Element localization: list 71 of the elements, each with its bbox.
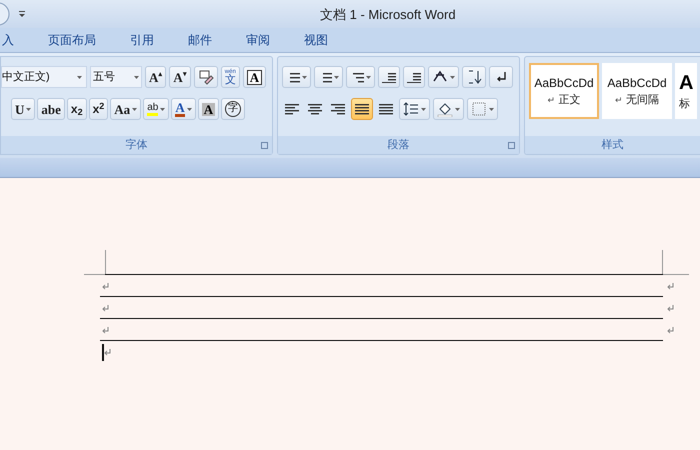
border-grid-icon [471, 101, 487, 117]
group-label: 样式 [602, 138, 624, 153]
strikethrough-button[interactable]: abe [37, 98, 65, 120]
caret-icon [334, 76, 339, 78]
character-border-button[interactable]: A [242, 66, 266, 88]
alignment-button[interactable] [351, 98, 373, 120]
decrease-indent-button[interactable] [378, 66, 400, 88]
paragraph-mark-icon [104, 348, 112, 356]
clear-format-button[interactable] [194, 66, 218, 88]
subscript-button[interactable]: x$_{2}$ [66, 98, 87, 120]
dialog-launcher-icon [261, 142, 268, 148]
dialog-launcher-icon [508, 142, 515, 148]
multilevel-list-icon [350, 71, 364, 83]
caret-icon [455, 108, 460, 110]
sort-button[interactable] [462, 66, 486, 88]
text-cursor [102, 344, 104, 360]
paragraph-mark-icon [667, 304, 675, 312]
caret-icon [302, 76, 307, 78]
paragraph-mark-icon [102, 282, 110, 290]
ribbon-tab[interactable]: 引用 [128, 31, 156, 49]
font-size-field[interactable]: 五号 [90, 66, 142, 88]
increase-indent-button[interactable] [403, 66, 425, 88]
ribbon-tab[interactable]: 入 [0, 31, 16, 49]
chinese-layout-button[interactable] [428, 66, 459, 88]
style-swatch[interactable]: AaBbCcDd ↵ 无间隔 [602, 63, 672, 119]
paragraph-mark-icon [102, 304, 110, 312]
caret-icon [489, 108, 494, 110]
caret-icon [450, 76, 455, 78]
window-title: 文档 1 - Microsoft Word [320, 6, 456, 24]
multilevel-list-button[interactable] [346, 66, 375, 88]
superscript-button[interactable]: x$^{2}$ [88, 98, 108, 120]
group-label: 字体 [126, 138, 148, 153]
align-lines-icon [379, 103, 393, 115]
change-case-button[interactable]: Aa [110, 98, 142, 120]
ribbon-tab[interactable]: 视图 [302, 31, 330, 49]
borders-button[interactable] [467, 98, 498, 120]
indent-icon [407, 71, 421, 83]
underline-button[interactable]: U [11, 98, 36, 120]
align-lines-icon [308, 103, 322, 115]
show-marks-button[interactable] [489, 66, 513, 88]
caret-icon [366, 76, 371, 78]
line-spacing-icon [403, 101, 419, 117]
ribbon-tab[interactable]: 审阅 [244, 31, 272, 49]
font-name-field[interactable]: 中文正文) [1, 66, 87, 88]
character-shading-button[interactable]: A [198, 98, 220, 120]
caret-icon [18, 10, 26, 18]
style-swatch[interactable]: AaBbCcDd ↵ 正文 [529, 63, 599, 119]
paragraph-mark-icon [667, 282, 675, 290]
caret-icon [134, 76, 139, 78]
caret-icon [77, 76, 82, 78]
align-lines-icon [355, 103, 369, 115]
enclose-characters-button[interactable]: 字 [221, 98, 246, 120]
ribbon-tab[interactable]: 页面布局 [46, 31, 98, 49]
numbering-button[interactable] [314, 66, 343, 88]
align-lines-icon [331, 103, 345, 115]
ribbon-tab[interactable]: 邮件 [186, 31, 214, 49]
align-lines-icon [285, 103, 299, 115]
highlight-button[interactable]: ab [143, 98, 170, 120]
paragraph-mark-icon [102, 326, 110, 334]
eraser-icon [198, 69, 214, 85]
line-spacing-button[interactable] [399, 98, 430, 120]
group-label: 段落 [388, 138, 410, 153]
style-swatch[interactable]: A 标 [675, 63, 697, 119]
paint-bucket-icon [437, 101, 453, 117]
bullets-button[interactable] [282, 66, 311, 88]
sort-icon [466, 69, 482, 85]
caret-icon [421, 108, 426, 110]
outdent-icon [382, 71, 396, 83]
shading-button[interactable] [433, 98, 464, 120]
font-color-button[interactable]: A [171, 98, 196, 120]
paragraph-mark-icon [667, 326, 675, 334]
